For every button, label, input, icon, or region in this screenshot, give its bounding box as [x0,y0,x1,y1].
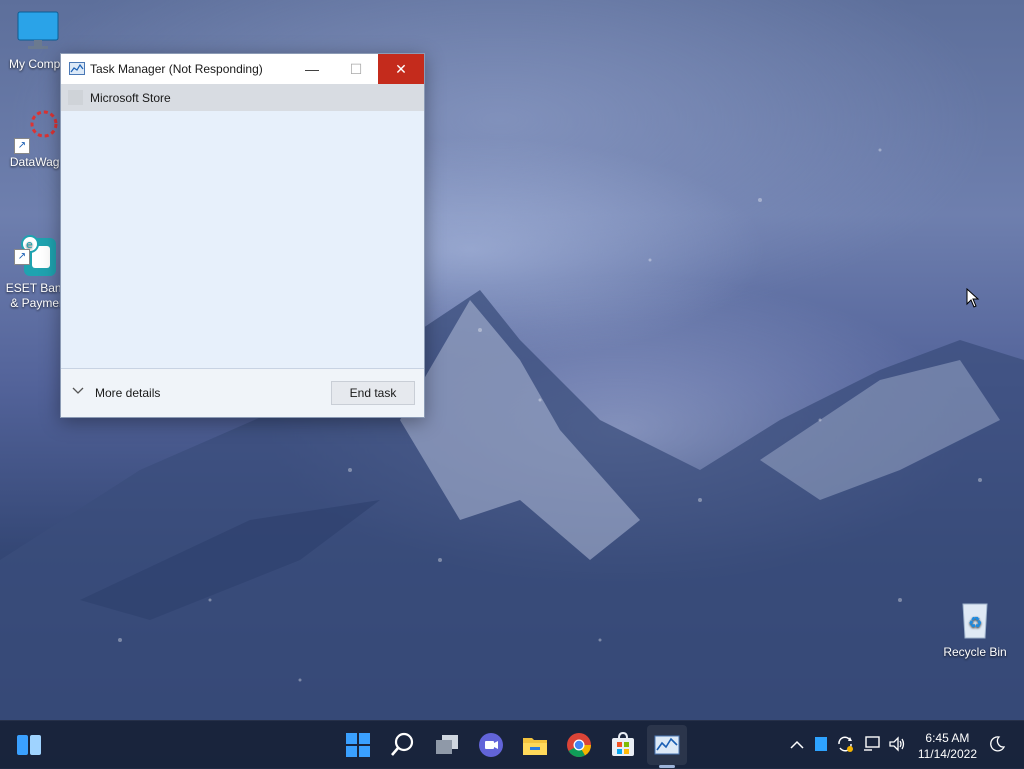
window-title: Task Manager (Not Responding) [90,62,263,76]
widgets-icon[interactable] [15,731,43,759]
app-tray-icon[interactable] [815,737,827,751]
clock-time: 6:45 AM [925,731,970,745]
chevron-up-icon[interactable] [790,739,804,749]
more-details-link[interactable]: More details [95,386,160,400]
desktop-icon-label: Recycle Bin [943,645,1007,659]
monitor-icon [16,10,60,54]
chrome-icon[interactable] [565,731,593,759]
volume-icon[interactable] [888,735,906,753]
datawagon-icon: ↗ [14,108,60,154]
microsoft-store-icon[interactable] [609,731,637,759]
file-explorer-icon[interactable] [521,731,549,759]
desktop-icon-recycle-bin[interactable]: ♻ Recycle Bin [940,598,1010,660]
task-view-icon[interactable] [433,731,461,759]
shortcut-arrow-icon: ↗ [14,138,30,154]
task-manager-icon [69,62,85,75]
close-button[interactable]: ✕ [378,54,424,84]
window-titlebar[interactable]: Task Manager (Not Responding) — ☐ ✕ [61,54,424,84]
minimize-button[interactable]: — [290,54,334,84]
sync-icon[interactable] [836,735,854,753]
notifications-icon[interactable] [988,735,1006,753]
clock-date: 11/14/2022 [917,747,977,761]
search-icon[interactable] [389,731,417,759]
window-footer: More details End task [61,368,424,417]
network-icon[interactable] [863,735,881,753]
desktop-icon-label: DataWago [9,155,67,169]
end-task-button[interactable]: End task [331,381,415,405]
svg-text:♻: ♻ [968,613,982,632]
app-icon [68,90,83,105]
shortcut-arrow-icon: ↗ [14,249,30,265]
mouse-cursor-icon [966,288,980,308]
process-row[interactable]: Microsoft Store [61,84,424,111]
taskbar: 6:45 AM 11/14/2022 [0,720,1024,769]
system-clock[interactable]: 6:45 AM 11/14/2022 [918,730,977,762]
process-name: Microsoft Store [90,91,171,105]
desktop-icon-label: My Compu [8,57,67,71]
eset-banking-icon: e ↗ [14,219,60,276]
task-manager-window: Task Manager (Not Responding) — ☐ ✕ Micr… [60,53,425,418]
recycle-bin-icon: ♻ [953,598,997,642]
maximize-button[interactable]: ☐ [334,54,378,84]
chevron-down-icon[interactable] [72,384,84,398]
task-manager-icon[interactable] [653,731,681,759]
chat-icon[interactable] [477,731,505,759]
start-icon[interactable] [344,731,372,759]
